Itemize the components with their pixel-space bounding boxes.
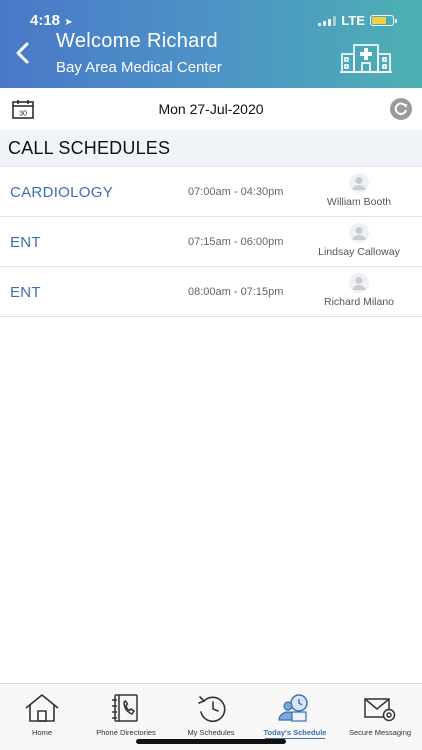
date-bar: 30 Mon 27-Jul-2020 [0, 88, 422, 130]
status-indicators: LTE [318, 13, 397, 28]
current-date: Mon 27-Jul-2020 [158, 101, 264, 117]
network-label: LTE [341, 13, 365, 28]
battery-icon [370, 15, 397, 26]
person-name: Richard Milano [323, 296, 395, 308]
avatar-icon [349, 173, 369, 193]
avatar-icon [349, 273, 369, 293]
on-call-person: William Booth [304, 173, 414, 208]
status-time-text: 4:18 [30, 12, 61, 29]
phone-directory-icon [112, 694, 138, 722]
tab-label: My Schedules [187, 728, 235, 737]
section-title: CALL SCHEDULES [8, 138, 171, 158]
refresh-icon[interactable] [390, 98, 412, 120]
screen: 4:18 ➤ LTE Welcome Richard Bay Area Medi… [0, 0, 422, 750]
tab-secure-messaging[interactable]: Secure Messaging [338, 684, 422, 750]
location-arrow-icon: ➤ [64, 17, 73, 28]
tab-label: Phone Directories [96, 728, 156, 737]
section-header: CALL SCHEDULES [0, 130, 422, 167]
back-arrow-icon[interactable] [12, 40, 34, 66]
department-name: CARDIOLOGY [10, 184, 114, 201]
tab-label: Secure Messaging [348, 728, 412, 737]
schedule-row[interactable]: ENT 08:00am - 07:15pm Richard Milano [0, 267, 422, 317]
schedule-list: CARDIOLOGY 07:00am - 04:30pm William Boo… [0, 167, 422, 317]
schedule-row[interactable]: ENT 07:15am - 06:00pm Lindsay Calloway [0, 217, 422, 267]
person-name: William Booth [326, 196, 392, 208]
on-call-person: Lindsay Calloway [304, 223, 414, 258]
shift-time: 08:00am - 07:15pm [188, 286, 284, 298]
shift-time: 07:15am - 06:00pm [188, 236, 284, 248]
avatar-icon [349, 223, 369, 243]
schedule-row[interactable]: CARDIOLOGY 07:00am - 04:30pm William Boo… [0, 167, 422, 217]
department-name: ENT [10, 284, 41, 301]
history-clock-icon [198, 696, 226, 723]
on-call-person: Richard Milano [304, 273, 414, 308]
status-time: 4:18 ➤ [30, 12, 73, 29]
person-name: Lindsay Calloway [318, 246, 400, 258]
secure-message-icon [364, 698, 396, 722]
todays-schedule-icon [278, 694, 308, 722]
home-icon [25, 694, 59, 722]
home-indicator [136, 739, 286, 744]
page-subtitle: Bay Area Medical Center [56, 59, 222, 76]
hospital-icon [340, 44, 392, 73]
department-name: ENT [10, 234, 41, 251]
shift-time: 07:00am - 04:30pm [188, 186, 284, 198]
tab-home[interactable]: Home [0, 684, 84, 750]
signal-icon [318, 15, 337, 26]
tab-label: Home [31, 728, 52, 737]
page-title: Welcome Richard [56, 30, 218, 52]
app-header: 4:18 ➤ LTE Welcome Richard Bay Area Medi… [0, 0, 422, 88]
tab-label: Today's Schedule [263, 728, 327, 737]
